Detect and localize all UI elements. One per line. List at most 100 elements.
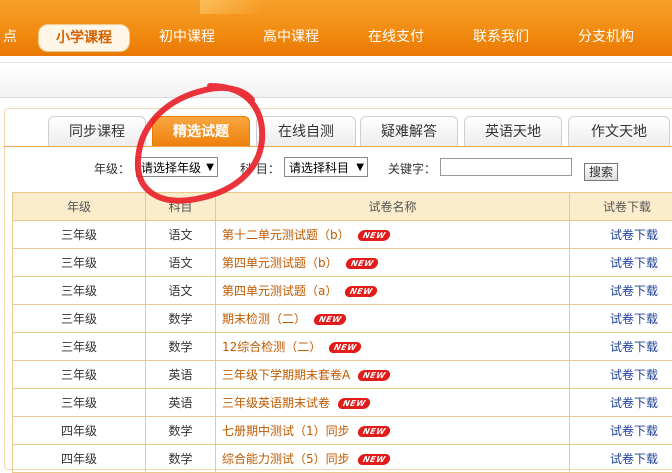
search-button[interactable]: 搜索 [584, 163, 618, 181]
download-link[interactable]: 试卷下载 [610, 340, 658, 354]
download-link[interactable]: 试卷下载 [610, 396, 658, 410]
cell-subject: 英语 [146, 361, 216, 389]
new-badge-icon: NEW [357, 370, 392, 381]
exam-name-link[interactable]: 第四单元测试题（b） [222, 256, 338, 270]
keyword-label: 关键字： [388, 160, 436, 177]
cell-grade: 三年级 [13, 249, 146, 277]
exam-table: 年级 科目 试卷名称 试卷下载 三年级语文第十二单元测试题（b）NEW试卷下载三… [12, 192, 672, 473]
nav-decoration [200, 0, 260, 14]
cell-grade: 三年级 [13, 389, 146, 417]
exam-name-link[interactable]: 第四单元测试题（a） [222, 284, 337, 298]
grade-select-value: 请选择年级 [141, 161, 201, 175]
table-row: 四年级数学综合能力测试（5）同步 NEW 试卷下载 [13, 445, 672, 473]
cell-subject: 数学 [146, 305, 216, 333]
cell-exam-name: 第十二单元测试题（b） NEW [216, 221, 570, 249]
table-row: 三年级语文第十二单元测试题（b） NEW 试卷下载 [13, 221, 672, 249]
exam-name-link[interactable]: 第十二单元测试题（b） [222, 228, 350, 242]
download-link[interactable]: 试卷下载 [610, 256, 658, 270]
download-link[interactable]: 试卷下载 [610, 368, 658, 382]
cell-exam-name: 七册期中测试（1）同步 NEW [216, 417, 570, 445]
nav-item-high-school[interactable]: 高中课程 [246, 24, 336, 50]
tab-qa[interactable]: 疑难解答 [360, 116, 458, 147]
nav-item-partial[interactable]: 点 [0, 24, 20, 50]
table-row: 三年级数学期末检测（二）NEW 试卷下载 [13, 305, 672, 333]
dropdown-arrow-icon: ▼ [206, 158, 214, 178]
new-badge-icon: NEW [337, 398, 372, 409]
cell-download: 试卷下载 [570, 417, 672, 445]
table-row: 三年级英语三年级英语期末试卷 NEW 试卷下载 [13, 389, 672, 417]
cell-grade: 三年级 [13, 277, 146, 305]
download-link[interactable]: 试卷下载 [610, 452, 658, 466]
cell-subject: 语文 [146, 249, 216, 277]
cell-download: 试卷下载 [570, 221, 672, 249]
exam-name-link[interactable]: 三年级下学期期末套卷A [222, 368, 350, 382]
exam-name-link[interactable]: 12综合检测（二） [222, 340, 321, 354]
exam-name-link[interactable]: 期末检测（二） [222, 312, 306, 326]
table-row: 三年级数学 12综合检测（二） NEW 试卷下载 [13, 333, 672, 361]
table-header-row: 年级 科目 试卷名称 试卷下载 [13, 193, 672, 221]
cell-subject: 数学 [146, 445, 216, 473]
col-header-name: 试卷名称 [216, 193, 570, 221]
new-badge-icon: NEW [356, 230, 391, 241]
nav-item-payment[interactable]: 在线支付 [351, 24, 441, 50]
cell-download: 试卷下载 [570, 333, 672, 361]
cell-subject: 语文 [146, 221, 216, 249]
nav-item-primary[interactable]: 小学课程 [38, 24, 130, 52]
tab-online-test[interactable]: 在线自测 [256, 116, 356, 147]
col-header-grade: 年级 [13, 193, 146, 221]
cell-subject: 英语 [146, 389, 216, 417]
cell-exam-name: 第四单元测试题（b） NEW [216, 249, 570, 277]
new-badge-icon: NEW [356, 426, 391, 437]
exam-name-link[interactable]: 三年级英语期末试卷 [222, 396, 330, 410]
cell-grade: 四年级 [13, 445, 146, 473]
cell-download: 试卷下载 [570, 305, 672, 333]
cell-download: 试卷下载 [570, 277, 672, 305]
tab-english[interactable]: 英语天地 [464, 116, 562, 147]
col-header-download: 试卷下载 [570, 193, 672, 221]
nav-item-branches[interactable]: 分支机构 [561, 24, 651, 50]
tab-composition[interactable]: 作文天地 [568, 116, 670, 147]
subject-select-value: 请选择科目 [289, 161, 349, 175]
cell-download: 试卷下载 [570, 361, 672, 389]
cell-grade: 三年级 [13, 333, 146, 361]
dropdown-arrow-icon: ▼ [356, 158, 364, 178]
cell-exam-name: 三年级下学期期末套卷A NEW [216, 361, 570, 389]
grade-label: 年级： [94, 160, 130, 177]
cell-subject: 语文 [146, 277, 216, 305]
cell-exam-name: 第四单元测试题（a）NEW [216, 277, 570, 305]
keyword-input[interactable] [440, 158, 572, 176]
cell-subject: 数学 [146, 417, 216, 445]
tab-sync-courses[interactable]: 同步课程 [48, 116, 146, 147]
sub-bar [0, 62, 672, 98]
nav-item-middle-school[interactable]: 初中课程 [142, 24, 232, 50]
cell-exam-name: 期末检测（二）NEW [216, 305, 570, 333]
tab-underline [4, 146, 672, 147]
exam-name-link[interactable]: 七册期中测试（1）同步 [222, 424, 350, 438]
cell-subject: 数学 [146, 333, 216, 361]
cell-grade: 三年级 [13, 221, 146, 249]
table-row: 三年级英语三年级下学期期末套卷A NEW 试卷下载 [13, 361, 672, 389]
download-link[interactable]: 试卷下载 [610, 424, 658, 438]
download-link[interactable]: 试卷下载 [610, 312, 658, 326]
tab-selected-exams[interactable]: 精选试题 [152, 116, 250, 147]
table-row: 三年级语文第四单元测试题（a）NEW 试卷下载 [13, 277, 672, 305]
new-badge-icon: NEW [356, 454, 391, 465]
download-link[interactable]: 试卷下载 [610, 284, 658, 298]
download-link[interactable]: 试卷下载 [610, 228, 658, 242]
new-badge-icon: NEW [344, 258, 379, 269]
col-header-subject: 科目 [146, 193, 216, 221]
subject-select[interactable]: 请选择科目 ▼ [284, 157, 368, 177]
cell-exam-name: 12综合检测（二） NEW [216, 333, 570, 361]
nav-item-contact[interactable]: 联系我们 [456, 24, 546, 50]
subject-label: 科 目： [240, 160, 280, 177]
cell-grade: 三年级 [13, 305, 146, 333]
cell-exam-name: 三年级英语期末试卷 NEW [216, 389, 570, 417]
grade-select[interactable]: 请选择年级 ▼ [136, 157, 218, 177]
new-badge-icon: NEW [328, 342, 363, 353]
cell-download: 试卷下载 [570, 445, 672, 473]
cell-grade: 三年级 [13, 361, 146, 389]
cell-download: 试卷下载 [570, 249, 672, 277]
table-row: 三年级语文第四单元测试题（b） NEW 试卷下载 [13, 249, 672, 277]
table-row: 四年级数学七册期中测试（1）同步NEW试卷下载 [13, 417, 672, 445]
exam-name-link[interactable]: 综合能力测试（5）同步 [222, 452, 350, 466]
